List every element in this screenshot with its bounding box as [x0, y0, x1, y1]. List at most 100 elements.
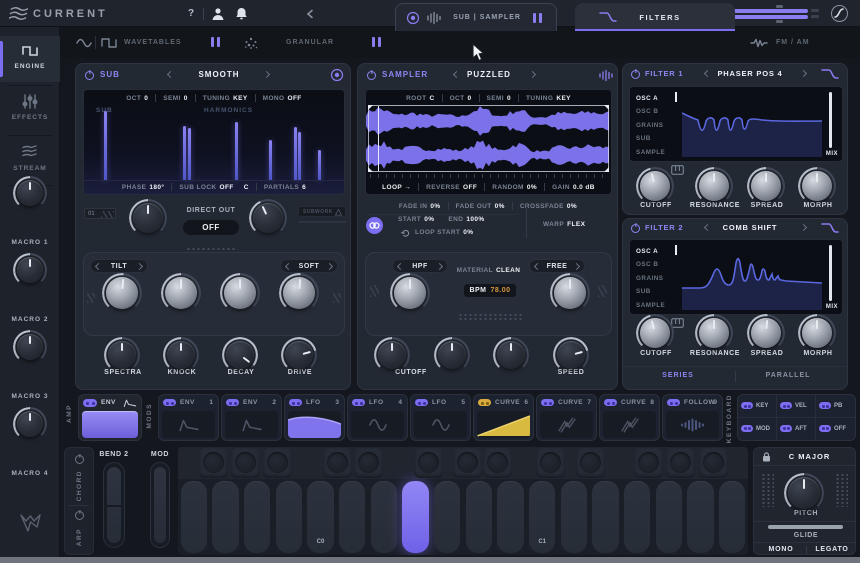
stereo-link-icon[interactable]: [811, 9, 819, 12]
chord-label[interactable]: CHORD: [76, 470, 83, 501]
soft-next-chevron[interactable]: [326, 262, 333, 269]
direct-out-toggle[interactable]: OFF: [183, 220, 239, 235]
sampler-header-wave-icon[interactable]: [598, 69, 614, 82]
arp-power-icon[interactable]: [75, 511, 84, 520]
harmonic-bar-6[interactable]: [298, 132, 301, 181]
volume-handle-bottom[interactable]: [776, 20, 783, 23]
crossfade-value[interactable]: 0%: [567, 203, 577, 210]
piano-black-key[interactable]: [576, 448, 605, 478]
sub-fine-knob[interactable]: [167, 341, 195, 369]
sublock-value[interactable]: OFF: [220, 184, 234, 191]
mod-slot-source[interactable]: [541, 399, 554, 406]
kb-cell-key[interactable]: KEY: [738, 395, 777, 418]
smp-tuning-value[interactable]: KEY: [556, 95, 571, 102]
arp-label[interactable]: ARP: [76, 528, 83, 546]
fade-out-value[interactable]: 0%: [495, 203, 505, 210]
mod-slot-source[interactable]: [163, 399, 176, 406]
filter1-source-osc-a[interactable]: OSC A: [636, 92, 665, 105]
tab-granular[interactable]: GRANULAR: [286, 39, 334, 46]
scale-lock-icon[interactable]: [762, 452, 771, 462]
start-label[interactable]: START: [398, 216, 421, 223]
kb-aft-mod-source[interactable]: [780, 425, 792, 432]
smp-oct-value[interactable]: 0: [467, 95, 471, 102]
wavetables-pause-button[interactable]: [211, 37, 220, 47]
fade-in-value[interactable]: 0%: [430, 203, 440, 210]
piano-black-key[interactable]: [354, 448, 383, 478]
sample-link-button[interactable]: [366, 217, 383, 234]
piano-black-key[interactable]: [699, 448, 728, 478]
mod-slot-lfo-5[interactable]: LFO5: [410, 394, 471, 441]
harmonic-bar-7[interactable]: [318, 150, 321, 181]
kb-cell-vel[interactable]: VEL: [777, 395, 816, 418]
gain-label[interactable]: GAIN: [552, 184, 570, 191]
sampler-preset-name[interactable]: PUZZLED: [454, 70, 524, 79]
warp-label[interactable]: WARP: [543, 221, 564, 228]
sampler-speed-knob[interactable]: [554, 277, 586, 309]
partials-value[interactable]: 6: [302, 184, 306, 191]
sampler-cutoff-knob[interactable]: [394, 277, 426, 309]
sampler-display[interactable]: ROOTC OCT0 SEMI0 TUNINGKEY LOOP → REV: [365, 89, 612, 195]
selection-handle-tl[interactable]: [368, 105, 373, 110]
mod-wheel-handle[interactable]: [154, 467, 166, 543]
sub-mod-knob[interactable]: [253, 203, 283, 233]
piano-black-key[interactable]: [414, 448, 443, 478]
kb-key-mod-source[interactable]: [741, 402, 753, 409]
sub-preset-name[interactable]: SMOOTH: [184, 70, 254, 79]
warp-value[interactable]: FLEX: [567, 221, 585, 228]
mod-slot-lfo-4[interactable]: LFO4: [347, 394, 408, 441]
piano-white-key[interactable]: [656, 481, 683, 553]
phase-value[interactable]: 180°: [149, 184, 164, 191]
harmonic-bar-3[interactable]: [235, 122, 238, 181]
bend-slider[interactable]: [103, 462, 125, 548]
sublock-label[interactable]: SUB LOCK: [179, 184, 216, 191]
sub-drag-badge[interactable]: 01: [84, 208, 116, 219]
piano-black-key[interactable]: [634, 448, 663, 478]
macro2-knob[interactable]: [17, 257, 43, 283]
filter1-power-icon[interactable]: [631, 70, 640, 79]
sampler-pitch-knob[interactable]: [378, 341, 406, 369]
harmonic-bar-0[interactable]: [104, 111, 107, 181]
filter2-source-osc-a[interactable]: OSC A: [636, 245, 665, 258]
filter2-preset-name[interactable]: COMB SHIFT: [705, 223, 795, 232]
mod-slot-body[interactable]: [666, 411, 719, 438]
filter1-source-osc-b[interactable]: OSC B: [636, 105, 665, 118]
sub-decay-knob[interactable]: [224, 277, 256, 309]
sub-detune-knob[interactable]: [133, 203, 163, 233]
piano-white-key[interactable]: [244, 481, 271, 553]
harmonic-bar-2[interactable]: [188, 128, 191, 181]
mod-slot-source[interactable]: [478, 399, 491, 406]
piano-white-key[interactable]: [497, 481, 524, 553]
filter1-spread-knob[interactable]: [751, 171, 781, 201]
root-value[interactable]: C: [429, 95, 434, 102]
kb-cell-aft[interactable]: AFT: [777, 418, 816, 441]
piano-white-key[interactable]: [181, 481, 208, 553]
soft-clip-button[interactable]: [831, 5, 848, 22]
sub-power-icon[interactable]: [85, 71, 94, 80]
filter1-cutoff-knob[interactable]: [640, 171, 670, 201]
piano-white-key[interactable]: [687, 481, 714, 553]
legato-button[interactable]: LEGATO: [810, 546, 854, 553]
filter2-spread-knob[interactable]: [751, 318, 781, 348]
filter2-source-grains[interactable]: GRAINS: [636, 272, 665, 285]
piano-black-key[interactable]: [263, 448, 292, 478]
piano-black-key[interactable]: [453, 448, 482, 478]
mod-slot-env-1[interactable]: ENV1: [158, 394, 219, 441]
sub-drive-knob[interactable]: [283, 277, 315, 309]
piano-black-key[interactable]: [323, 448, 352, 478]
smp-semi-label[interactable]: SEMI: [487, 95, 505, 102]
sample-selection-region[interactable]: [368, 105, 609, 172]
sampler-fine-knob[interactable]: [438, 341, 466, 369]
piano-white-key[interactable]: [371, 481, 398, 553]
kb-cell-pb[interactable]: PB: [816, 395, 855, 418]
smp-oct-label[interactable]: OCT: [450, 95, 465, 102]
mod-slot-curve-8[interactable]: CURVE8: [599, 394, 660, 441]
mod-slot-lfo-3[interactable]: LFO3: [284, 394, 345, 441]
tilt-prev-chevron[interactable]: [95, 262, 102, 269]
filter2-cutoff-knob[interactable]: [640, 318, 670, 348]
sampler-level-knob[interactable]: [557, 341, 585, 369]
sub-pitch-knob[interactable]: [108, 341, 136, 369]
filter1-curve[interactable]: [682, 93, 822, 157]
mod-slot-body[interactable]: [225, 411, 278, 438]
stereo-link-icon-2[interactable]: [811, 15, 819, 18]
mod-slot-body[interactable]: [603, 411, 656, 438]
